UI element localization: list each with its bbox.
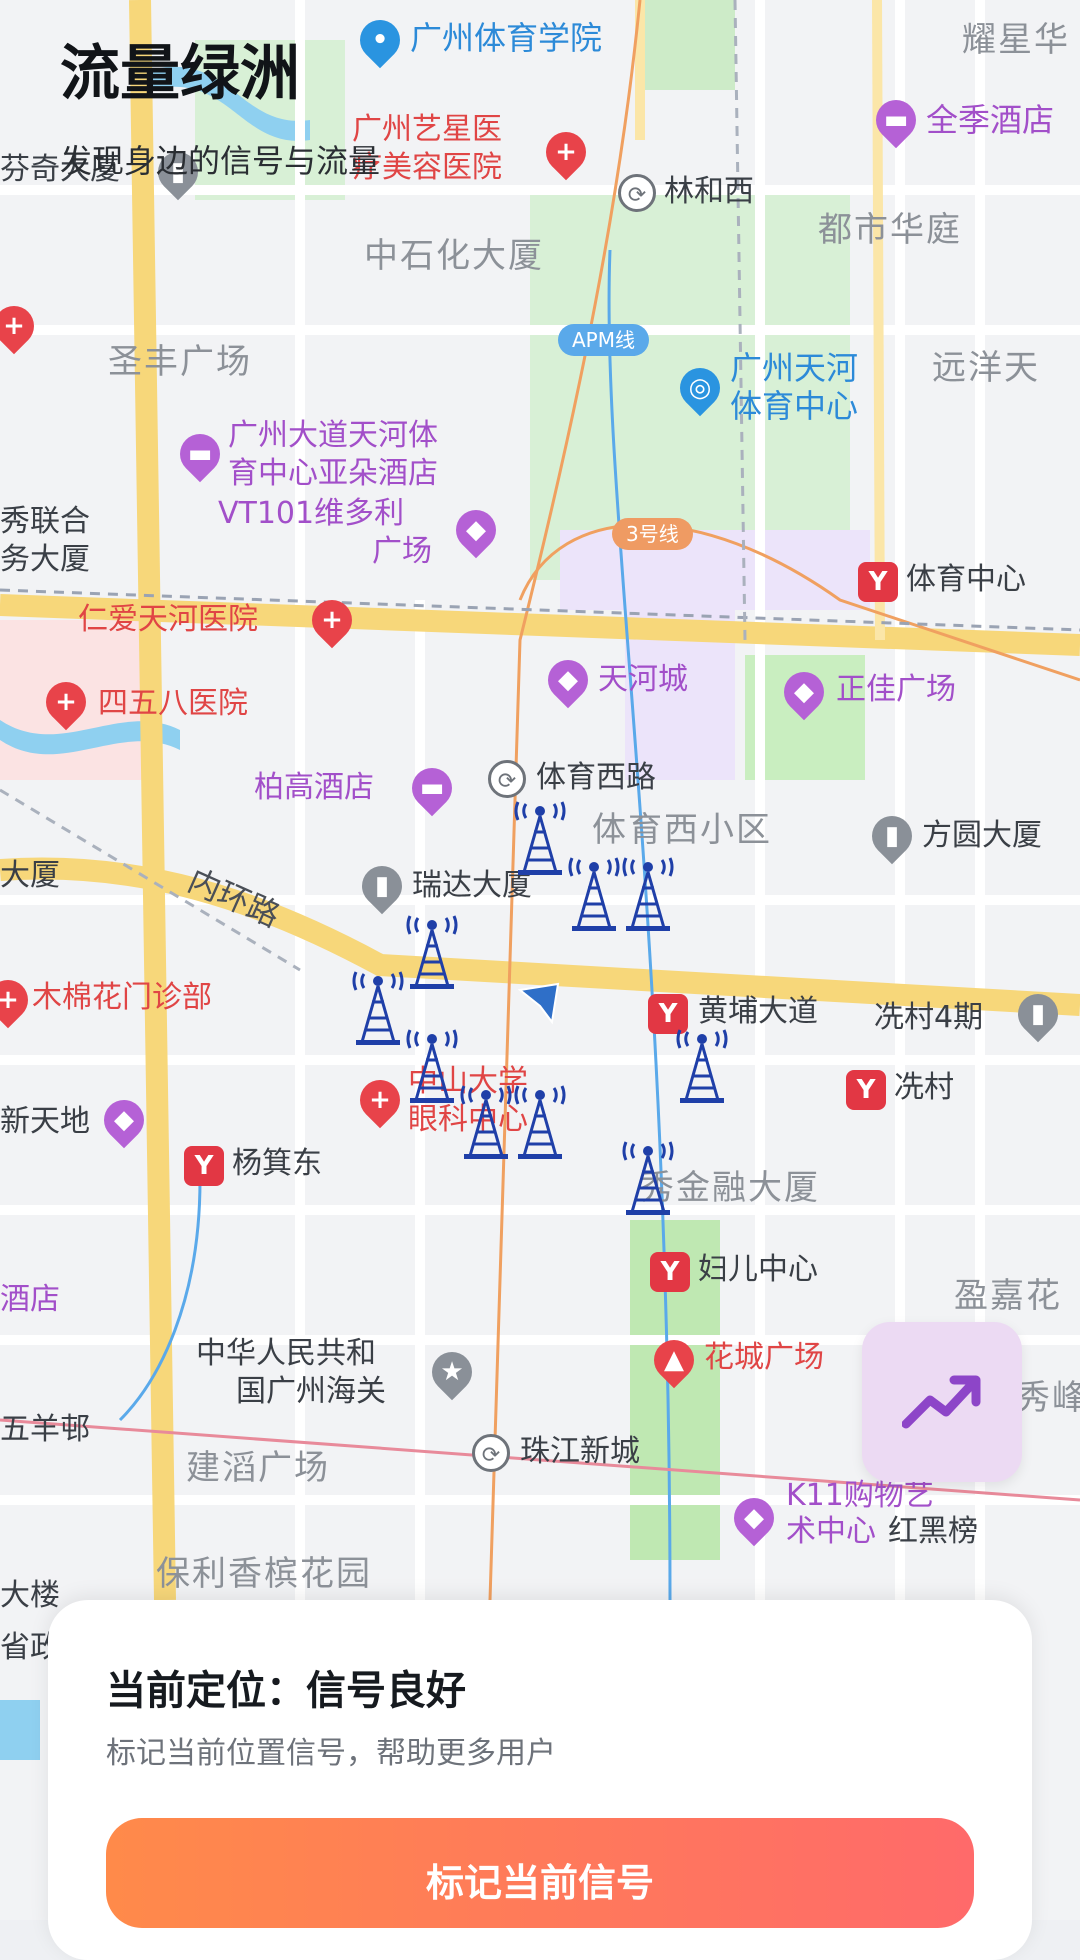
hospital-icon[interactable]: + <box>37 673 95 731</box>
label-xintiandi[interactable]: 新天地 <box>0 1104 90 1140</box>
metro-icon[interactable]: Y <box>650 1252 690 1292</box>
app-header: 流量绿洲 发现身边的信号与流量 <box>60 38 380 182</box>
label-mumian[interactable]: 木棉花门诊部 <box>32 980 212 1016</box>
metro-icon[interactable]: Y <box>184 1146 224 1186</box>
building-icon[interactable]: ▮ <box>863 807 921 865</box>
label-shengfeng: 圣丰广场 <box>108 342 252 382</box>
label-customs-2[interactable]: 国广州海关 <box>236 1374 386 1410</box>
signal-tower-icon[interactable] <box>456 1080 516 1162</box>
label-yaduo-1[interactable]: 广州大道天河体 <box>228 418 438 454</box>
shopping-icon[interactable]: ◆ <box>725 1489 783 1547</box>
trend-button[interactable] <box>862 1322 1022 1482</box>
signal-status-desc: 标记当前位置信号，帮助更多用户 <box>106 1736 556 1771</box>
location-arrow-icon <box>518 982 560 1025</box>
label-458[interactable]: 四五八医院 <box>98 686 248 722</box>
label-xiulian-1: 秀联合 <box>0 504 90 539</box>
shopping-icon[interactable]: ◆ <box>539 651 597 709</box>
label-tianhe-sports-2[interactable]: 体育中心 <box>730 388 858 424</box>
line3-tag: 3号线 <box>612 518 693 550</box>
label-xiancun4[interactable]: 冼村4期 <box>874 1000 983 1036</box>
app-subtitle: 发现身边的信号与流量 <box>60 142 381 180</box>
shopping-icon[interactable]: ◆ <box>775 663 833 721</box>
label-dasha-left: 大厦 <box>0 858 60 893</box>
signal-tower-icon[interactable] <box>618 852 678 934</box>
label-tiyu-zhongxin[interactable]: 体育中心 <box>906 562 1026 598</box>
label-fangyuan[interactable]: 方圆大厦 <box>922 818 1042 854</box>
label-quanji-hotel[interactable]: 全季酒店 <box>926 102 1054 138</box>
signal-status-title: 当前定位：信号良好 <box>106 1668 466 1714</box>
landmark-icon[interactable]: ★ <box>423 1343 481 1401</box>
apm-line-tag: APM线 <box>558 324 649 356</box>
label-yaoxing: 耀星华 <box>962 20 1070 60</box>
label-dalou: 大楼 <box>0 1578 60 1613</box>
shopping-icon[interactable]: ◆ <box>95 1091 153 1149</box>
label-wuyangcun[interactable]: 五羊邨 <box>0 1412 90 1448</box>
signal-tower-icon[interactable] <box>348 966 408 1048</box>
label-vt101-2[interactable]: 广场 <box>372 534 432 570</box>
signal-tower-icon[interactable] <box>402 910 462 992</box>
label-zhujiang[interactable]: 珠江新城 <box>520 1434 640 1470</box>
hospital-icon[interactable]: + <box>537 123 595 181</box>
building-icon[interactable]: ▮ <box>1009 985 1067 1043</box>
bottom-sheet: 当前定位：信号良好 标记当前位置信号，帮助更多用户 标记当前信号 <box>48 1600 1032 1960</box>
station-icon[interactable]: ⟳ <box>488 760 526 798</box>
label-huacheng[interactable]: 花城广场 <box>704 1340 824 1376</box>
building-icon[interactable]: ▮ <box>353 857 411 915</box>
signal-tower-icon[interactable] <box>564 852 624 934</box>
hotel-icon[interactable]: ▬ <box>867 91 925 149</box>
label-jiandao: 建滔广场 <box>186 1448 330 1488</box>
label-customs-1[interactable]: 中华人民共和 <box>196 1336 376 1372</box>
signal-tower-icon[interactable] <box>618 1136 678 1218</box>
station-icon[interactable]: ⟳ <box>618 174 656 212</box>
label-dushi: 都市华庭 <box>818 210 962 250</box>
hotel-icon[interactable]: ▬ <box>403 759 461 817</box>
signal-tower-icon[interactable] <box>510 796 570 878</box>
label-baigao[interactable]: 柏高酒店 <box>254 770 374 806</box>
label-sports-college[interactable]: 广州体育学院 <box>410 20 602 56</box>
hospital-icon[interactable]: + <box>303 591 361 649</box>
label-yuanyang: 远洋天 <box>932 348 1040 388</box>
label-renai[interactable]: 仁爱天河医院 <box>78 602 258 638</box>
hospital-icon[interactable]: + <box>351 1071 409 1129</box>
label-tiyuxi-area: 体育西小区 <box>592 810 772 850</box>
shopping-icon[interactable]: ◆ <box>447 501 505 559</box>
station-icon[interactable]: ⟳ <box>472 1434 510 1472</box>
label-zhongshihua: 中石化大厦 <box>364 236 544 276</box>
metro-icon[interactable]: Y <box>858 562 898 602</box>
signal-tower-icon[interactable] <box>510 1080 570 1162</box>
hotel-icon[interactable]: ▬ <box>171 425 229 483</box>
label-zhengjia[interactable]: 正佳广场 <box>836 672 956 708</box>
signal-tower-icon[interactable] <box>402 1024 462 1106</box>
label-xiufeng: 秀峰 <box>1016 1378 1080 1418</box>
trend-icon <box>902 1375 981 1429</box>
label-xiulian-2: 务大厦 <box>0 542 90 577</box>
label-k11-1[interactable]: K11购物艺 <box>786 1478 934 1514</box>
stadium-icon[interactable]: ◎ <box>671 359 729 417</box>
label-xiancun[interactable]: 冼村 <box>894 1070 954 1106</box>
signal-tower-icon[interactable] <box>672 1024 732 1106</box>
mark-signal-button[interactable]: 标记当前信号 <box>106 1818 974 1928</box>
label-yangjidong[interactable]: 杨箕东 <box>232 1146 322 1182</box>
label-tianhe-sports-1[interactable]: 广州天河 <box>730 350 858 386</box>
label-fuer[interactable]: 妇儿中心 <box>698 1252 818 1288</box>
label-yaduo-2[interactable]: 育中心亚朵酒店 <box>228 456 438 492</box>
label-jiudian-left[interactable]: 酒店 <box>0 1282 60 1318</box>
label-tianhecheng[interactable]: 天河城 <box>598 662 688 698</box>
label-k11-2[interactable]: 术中心 <box>786 1514 876 1550</box>
plaza-icon[interactable]: ▲ <box>645 1331 703 1389</box>
label-tiyuxilu[interactable]: 体育西路 <box>536 760 656 796</box>
metro-icon[interactable]: Y <box>846 1070 886 1110</box>
label-baoli: 保利香槟花园 <box>156 1554 372 1594</box>
app-title: 流量绿洲 <box>60 39 300 109</box>
label-hongheibang[interactable]: 红黑榜 <box>888 1514 978 1550</box>
label-vt101-1[interactable]: VT101维多利 <box>218 496 404 532</box>
label-linhexi[interactable]: 林和西 <box>664 174 754 210</box>
label-yingjia: 盈嘉花 <box>954 1276 1062 1316</box>
